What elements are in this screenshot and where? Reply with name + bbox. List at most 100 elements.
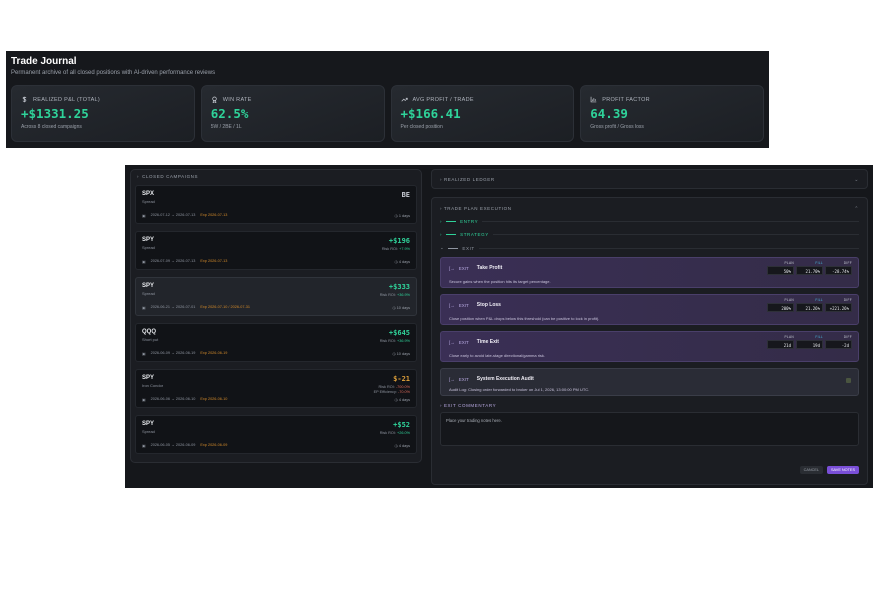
exit-rule-take-profit[interactable]: [→ EXIT Take Profit Secure gains when th… [440,257,859,288]
campaign-item-selected[interactable]: SPY Spread +$333 Risk ROI: +36.9% ▣ 2026… [135,277,417,316]
campaign-symbol: SPY [142,237,155,243]
exit-rule-time-exit[interactable]: [→ EXIT Time Exit Close early to avoid l… [440,331,859,362]
stat-label: AVG PROFIT / TRADE [412,96,474,103]
rule-tag: EXIT [458,302,469,308]
campaign-dates: 2026-06-21 → 2026-07-01 [150,305,196,309]
section-strategy[interactable]: › STRATEGY [440,232,859,237]
stat-card-realized-pnl: REALIZED P&L (TOTAL) +$1331.25 Across 8 … [11,85,195,142]
campaign-item[interactable]: SPY Spread +$196 Risk ROI: +7.9% ▣ 2026-… [135,231,417,270]
campaign-item[interactable]: SPX Spread BE ▣ 2026-07-12 → 2026-07-13 … [135,185,417,224]
campaign-type: Iron Condor [142,383,164,388]
audit-log-text: Audit Log: Closing order forwarded to br… [449,387,590,392]
campaign-roi: Risk ROI: +36.9% [379,293,410,297]
stat-value: 62.5% [210,106,249,121]
stat-value: +$1331.25 [21,106,89,121]
system-execution-audit[interactable]: [→ EXIT System Execution Audit Audit Log… [440,368,859,396]
stat-note: Across 8 closed campaigns [21,124,82,130]
chevron-right-icon: › [137,174,140,179]
campaign-symbol: SPY [142,375,155,381]
campaign-item[interactable]: SPY Spread +$52 Risk ROI: +26.0% ▣ 2026-… [135,415,417,454]
journal-detail-panel: › CLOSED CAMPAIGNS SPX Spread BE ▣ 2026-… [125,165,873,488]
section-entry[interactable]: › ENTRY [440,219,859,224]
rule-description: Close early to avoid late-stage directio… [449,353,546,358]
campaign-symbol: SPY [142,283,155,289]
campaign-symbol: SPX [142,191,155,197]
campaign-dates: 2026-06-06 → 2026-06-10 [150,397,196,401]
plan-value: 21d [767,340,794,349]
stat-note: Gross profit / Gross loss [590,124,644,130]
calendar-icon: ▣ [142,214,146,218]
campaign-duration: 1 days [398,214,410,218]
journal-header-panel: Trade Journal Permanent archive of all c… [6,51,769,148]
chevron-right-icon: › [440,232,443,237]
fill-value: 19d [796,340,823,349]
plan-value: 200% [767,303,794,312]
stat-card-profit-factor: PROFIT FACTOR 64.39 Gross profit / Gross… [580,85,764,142]
section-exit[interactable]: ⌄ EXIT [440,245,859,251]
stat-card-avg-profit: AVG PROFIT / TRADE +$166.41 Per closed p… [390,85,575,142]
realized-ledger-toggle[interactable]: › REALIZED LEDGER ⌄ [431,169,868,189]
diff-value: -28.74% [825,266,852,275]
stat-label: REALIZED P&L (TOTAL) [33,96,101,103]
closed-campaigns-label: › CLOSED CAMPAIGNS [137,174,199,179]
campaign-pnl: $-21 [393,375,410,383]
award-icon [212,96,217,103]
campaign-symbol: QQQ [142,329,157,335]
campaign-pnl: BE [401,191,410,199]
rule-description: Close position when P&L drops below this… [449,316,600,321]
campaign-pnl: +$52 [393,421,410,429]
trade-plan-execution: › TRADE PLAN EXECUTION ⌃ › ENTRY › STRAT… [431,197,868,485]
campaign-duration: 4 days [398,444,410,448]
campaign-expiry: Exp 2026-06-19 [200,351,228,355]
exit-rule-stop-loss[interactable]: [→ EXIT Stop Loss Close position when P&… [440,294,859,325]
campaign-pnl: +$333 [388,283,410,291]
campaign-roi: Risk ROI: +7.9% [381,247,410,251]
campaign-expiry: Exp 2026-06-10 [200,397,228,401]
stat-value: 64.39 [590,106,628,121]
trade-plan-label[interactable]: › TRADE PLAN EXECUTION ⌃ [440,206,859,212]
campaign-pnl: +$196 [388,237,410,245]
closed-campaigns-list: › CLOSED CAMPAIGNS SPX Spread BE ▣ 2026-… [130,169,422,463]
chevron-up-icon: ⌃ [854,206,859,212]
rule-tag: EXIT [458,376,469,382]
rule-tag: EXIT [458,265,469,271]
stat-note: 5W / 2BE / 1L [210,124,242,130]
exit-commentary-input[interactable]: Place your trading notes here. [440,412,859,446]
campaign-duration: 4 days [398,260,410,264]
campaign-type: Spread [142,199,155,204]
campaign-symbol: SPY [142,421,155,427]
exit-arrow-icon: [→ [449,376,455,382]
chevron-down-icon: ⌄ [854,177,859,183]
campaign-item[interactable]: QQQ Short put +$645 Risk ROI: +36.9% ▣ 2… [135,323,417,362]
rule-name: Take Profit [476,265,503,271]
cancel-button[interactable]: CANCEL [799,466,824,474]
save-notes-button[interactable]: SAVE NOTES [827,466,859,474]
calendar-icon: ▣ [142,260,146,264]
campaign-roi: Risk ROI: +36.9% [379,339,410,343]
fill-value: 21.26% [796,303,823,312]
calendar-icon: ▣ [142,306,146,310]
campaign-roi: Risk ROI: -700.0% EP Efficiency: -70.0% [373,385,410,394]
exit-commentary-label: › EXIT COMMENTARY [440,403,497,408]
diff-value: -2d [825,340,852,349]
campaign-expiry: Exp 2026-06-09 [200,443,228,447]
exit-arrow-icon: [→ [449,302,455,308]
campaign-item[interactable]: SPY Iron Condor $-21 Risk ROI: -700.0% E… [135,369,417,408]
campaign-dates: 2026-06-05 → 2026-06-09 [150,443,196,447]
campaign-duration: 4 days [398,398,410,402]
trend-up-icon [400,97,408,102]
chevron-right-icon: › [440,219,443,224]
stat-card-win-rate: WIN RATE 62.5% 5W / 2BE / 1L [200,85,385,142]
audit-status-icon [846,378,851,383]
campaign-expiry: Exp 2026-07-10 / 2026-07-31 [200,305,250,309]
page-subtitle: Permanent archive of all closed position… [11,70,216,76]
rule-tag: EXIT [458,339,469,345]
exit-arrow-icon: [→ [449,265,455,271]
campaign-dates: 2026-06-09 → 2026-06-19 [150,351,196,355]
stat-cards: REALIZED P&L (TOTAL) +$1331.25 Across 8 … [11,85,764,142]
chevron-down-icon: ⌄ [440,245,445,250]
campaign-type: Spread [142,291,155,296]
plan-value: 50% [767,266,794,275]
campaign-type: Spread [142,245,155,250]
rule-name: Time Exit [476,339,499,345]
